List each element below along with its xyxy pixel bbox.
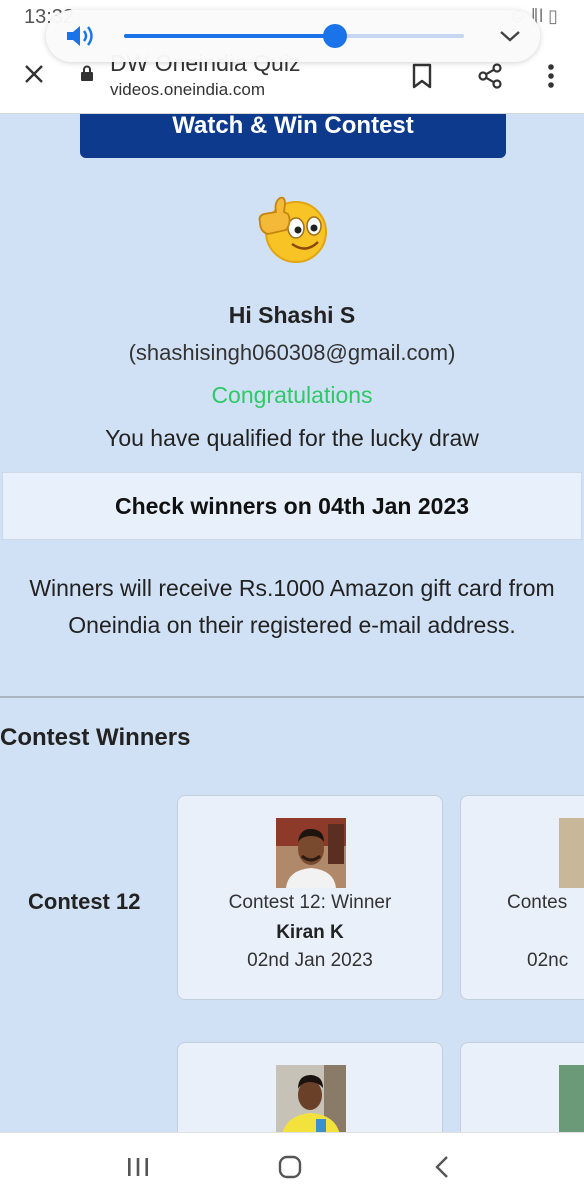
winner-date: 02nd Jan 2023 bbox=[247, 950, 373, 971]
winner-card-title: Contes bbox=[507, 892, 568, 913]
more-options-button[interactable] bbox=[533, 58, 569, 94]
prize-info: Winners will receive Rs.1000 Amazon gift… bbox=[0, 570, 584, 644]
home-icon bbox=[278, 1155, 302, 1179]
volume-expand-button[interactable] bbox=[494, 22, 526, 50]
winner-photo bbox=[559, 818, 584, 888]
chevron-down-icon bbox=[500, 31, 520, 42]
close-icon bbox=[25, 65, 43, 83]
volume-thumb[interactable] bbox=[322, 24, 347, 48]
speaker-icon[interactable] bbox=[64, 22, 96, 50]
page-url[interactable]: videos.oneindia.com bbox=[110, 80, 265, 100]
winner-photo bbox=[559, 1065, 584, 1135]
user-greeting: Hi Shashi S bbox=[228, 302, 356, 328]
contest-winners-title: Contest Winners bbox=[0, 724, 191, 751]
recents-icon bbox=[128, 1158, 148, 1176]
volume-panel bbox=[46, 10, 540, 62]
check-winners-banner: Check winners on 04th Jan 2023 bbox=[2, 472, 582, 540]
back-icon bbox=[435, 1156, 448, 1178]
volume-slider[interactable] bbox=[124, 24, 464, 48]
share-button[interactable] bbox=[472, 58, 508, 94]
check-winners-text: Check winners on 04th Jan 2023 bbox=[114, 492, 470, 519]
section-divider bbox=[0, 696, 584, 698]
home-button[interactable] bbox=[270, 1149, 310, 1185]
bookmark-icon bbox=[412, 63, 432, 89]
system-navigation-bar bbox=[0, 1132, 584, 1200]
user-email: (shashisingh060308@gmail.com) bbox=[128, 340, 456, 365]
winner-photo bbox=[276, 818, 346, 888]
winner-card-title: Contest 12: Winner bbox=[228, 892, 392, 913]
contest-row-label: Contest 12 bbox=[28, 889, 141, 914]
prize-line-2: Oneindia on their registered e-mail addr… bbox=[68, 612, 516, 638]
share-icon bbox=[478, 63, 502, 89]
recents-button[interactable] bbox=[118, 1149, 158, 1185]
close-tab-button[interactable] bbox=[16, 56, 52, 92]
winner-card[interactable]: Contes 02nc bbox=[460, 795, 584, 1000]
more-vert-icon bbox=[548, 64, 554, 88]
prize-line-1: Winners will receive Rs.1000 Amazon gift… bbox=[29, 575, 555, 601]
winner-photo bbox=[276, 1065, 346, 1135]
qualified-text: You have qualified for the lucky draw bbox=[105, 425, 479, 451]
winner-name: Kiran K bbox=[276, 922, 344, 943]
thumbs-up-emoji-icon bbox=[258, 196, 327, 263]
winner-card[interactable]: Contest 12: Winner Kiran K 02nd Jan 2023 bbox=[177, 795, 443, 1000]
back-button[interactable] bbox=[422, 1149, 462, 1185]
winner-date: 02nc bbox=[527, 950, 569, 971]
congratulations-text: Congratulations bbox=[211, 382, 373, 408]
bookmark-button[interactable] bbox=[404, 58, 440, 94]
volume-fill bbox=[124, 34, 335, 38]
lock-icon bbox=[81, 65, 93, 81]
